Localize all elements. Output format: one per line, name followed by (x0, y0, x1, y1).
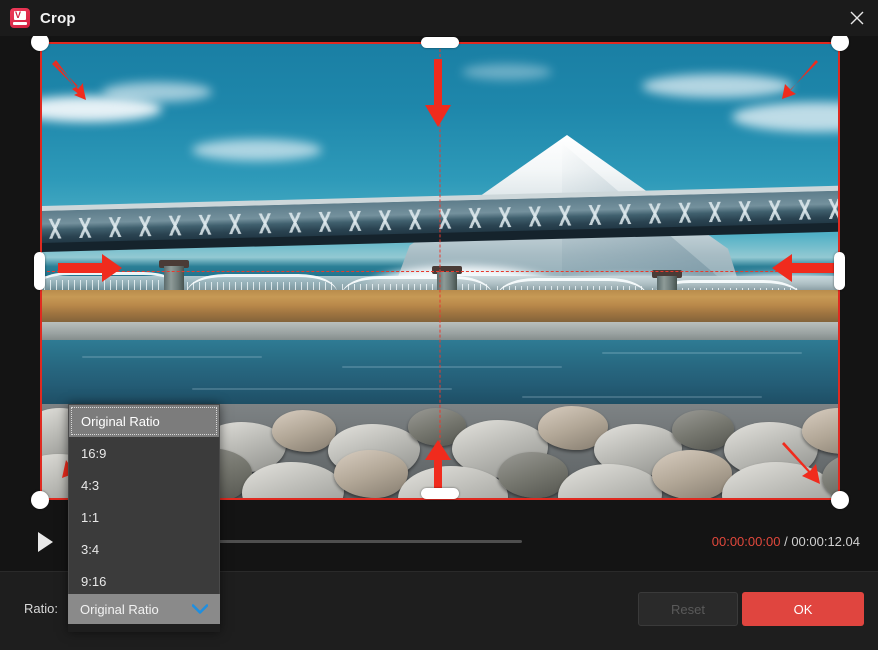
dropdown-option-1-1[interactable]: 1:1 (69, 501, 219, 533)
dropdown-option-original-ratio[interactable]: Original Ratio (69, 405, 219, 437)
handle-bottom-center[interactable] (421, 488, 459, 499)
ratio-select[interactable]: Original Ratio (68, 594, 220, 624)
dropdown-option-9-16[interactable]: 9:16 (69, 565, 219, 597)
window-title: Crop (40, 9, 76, 27)
ratio-label: Ratio: (24, 601, 58, 616)
handle-bottom-right[interactable] (831, 491, 849, 509)
close-icon[interactable] (842, 4, 872, 32)
play-icon[interactable] (22, 519, 68, 565)
dropdown-option-3-4[interactable]: 3:4 (69, 533, 219, 565)
title-bar: V Crop (0, 0, 878, 36)
total-timecode: 00:00:12.04 (791, 534, 860, 549)
crop-dialog: V Crop 00:00:00:00 / 00:00:12.04 Ratio: … (0, 0, 878, 650)
crop-guide-horizontal (42, 271, 838, 272)
ratio-dropdown-list[interactable]: Original Ratio 16:9 4:3 1:1 3:4 9:16 (68, 404, 220, 600)
handle-middle-right[interactable] (834, 252, 845, 290)
ratio-select-value: Original Ratio (80, 601, 159, 617)
dropdown-option-16-9[interactable]: 16:9 (69, 437, 219, 469)
chevron-down-icon[interactable] (192, 604, 208, 615)
dropdown-option-4-3[interactable]: 4:3 (69, 469, 219, 501)
handle-top-right[interactable] (831, 36, 849, 51)
app-logo-icon: V (10, 8, 30, 28)
timecode-display: 00:00:00:00 / 00:00:12.04 (712, 534, 860, 549)
reset-button[interactable]: Reset (638, 592, 738, 626)
handle-top-center[interactable] (421, 37, 459, 48)
current-timecode: 00:00:00:00 (711, 534, 781, 549)
ok-button[interactable]: OK (742, 592, 864, 626)
handle-middle-left[interactable] (34, 252, 45, 290)
app-logo-glyph: V (15, 10, 22, 20)
timecode-separator: / (784, 534, 788, 549)
handle-bottom-left[interactable] (31, 491, 49, 509)
